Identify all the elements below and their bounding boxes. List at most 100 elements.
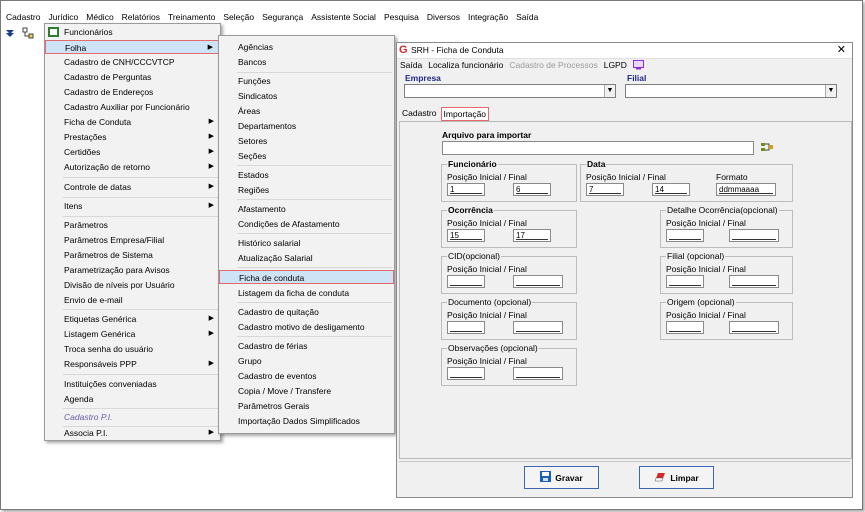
menu-item-agencias[interactable]: Agências [219,40,394,54]
menu-item-cadastro-quitacao[interactable]: Cadastro de quitação [219,305,394,319]
menu-item-etiquetas[interactable]: Etiquetas Genérica ▶ [45,312,220,326]
documento-sub: Posição Inicial / Final [447,310,527,320]
origem-fim-input[interactable] [729,321,779,334]
menu-cadastro-processos[interactable]: Cadastro de Processos [509,60,597,72]
data-fim-input[interactable]: 14 [652,183,690,196]
limpar-button[interactable]: Limpar [639,466,714,489]
menu-cadastro[interactable]: Cadastro [1,12,45,22]
menu-item-cadastro-eventos[interactable]: Cadastro de eventos [219,369,394,383]
menu-integracao[interactable]: Integração [464,12,512,22]
org-chart-icon[interactable] [22,27,34,39]
menu-item-cadastro-pi[interactable]: Cadastro P.I. [45,410,220,424]
menu-item-ficha-de-conduta[interactable]: Ficha de conduta [219,270,394,284]
detalhe-fim-input[interactable] [729,229,779,242]
menu-item-troca-senha[interactable]: Troca senha do usuário [45,342,220,356]
menu-item-atualizacao-salarial[interactable]: Atualização Salarial [219,251,394,265]
observacoes-ini-input[interactable] [447,367,485,380]
menu-item-perguntas[interactable]: Cadastro de Perguntas [45,70,220,84]
documento-fim-input[interactable] [513,321,563,334]
menu-relatorios[interactable]: Relatórios [118,12,164,22]
menu-item-agenda[interactable]: Agenda [45,392,220,406]
menu-item-certidoes[interactable]: Certidões ▶ [45,145,220,159]
menu-item-sindicatos[interactable]: Sindicatos [219,89,394,103]
filial-fim-input[interactable] [729,275,779,288]
arquivo-input[interactable] [442,141,754,155]
menu-item-itens[interactable]: Itens ▶ [45,199,220,213]
menu-item-funcoes[interactable]: Funções [219,74,394,88]
menu-localiza-funcionario[interactable]: Localiza funcionário [428,60,503,72]
menu-item-condicoes-afastamento[interactable]: Condições de Afastamento [219,217,394,231]
menu-item-autorizacao-retorno[interactable]: Autorização de retorno ▶ [45,160,220,174]
cid-ini-input[interactable] [447,275,485,288]
menu-item-copia-move[interactable]: Copia / Move / Transfere [219,384,394,398]
menu-item-parametros-empresa[interactable]: Parâmetros Empresa/Filial [45,233,220,247]
menu-item-cadastro-ferias[interactable]: Cadastro de férias [219,339,394,353]
filial-ini-input[interactable] [666,275,704,288]
menu-item-parametros-gerais[interactable]: Parâmetros Gerais [219,399,394,413]
menu-item-ficha-conduta[interactable]: Ficha de Conduta ▶ [45,115,220,129]
tab-cadastro[interactable]: Cadastro [400,107,439,121]
menu-item-controle-datas[interactable]: Controle de datas ▶ [45,180,220,194]
funcionario-fim-input[interactable]: 6 [513,183,551,196]
menu-item-setores[interactable]: Setores [219,134,394,148]
menu-pesquisa[interactable]: Pesquisa [380,12,423,22]
documento-ini-input[interactable] [447,321,485,334]
menu-saida[interactable]: Saída [512,12,542,22]
app-frame: Cadastro Jurídico Médico Relatórios Trei… [0,0,863,510]
menu-item-secoes[interactable]: Seções [219,149,394,163]
menu-item-parametrizacao-avisos[interactable]: Parametrização para Avisos [45,263,220,277]
menu-treinamento[interactable]: Treinamento [164,12,219,22]
menu-item-motivo-desligamento[interactable]: Cadastro motivo de desligamento [219,320,394,334]
empresa-select[interactable]: ▼ [404,84,616,98]
menu-item-areas[interactable]: Áreas [219,104,394,118]
menu-item-listagem[interactable]: Listagem Genérica ▶ [45,327,220,341]
menu-item-instituicoes[interactable]: Instituições conveniadas [45,377,220,391]
cid-fim-input[interactable] [513,275,563,288]
menu-item-folha[interactable]: Folha ▶ [45,40,220,54]
menu-item-cnh[interactable]: Cadastro de CNH/CCCVTCP [45,55,220,69]
menu-item-historico-salarial[interactable]: Histórico salarial [219,236,394,250]
menu-item-funcionarios[interactable]: Funcionários [45,25,220,39]
ocorrencia-fim-input[interactable]: 17 [513,229,551,242]
menu-item-departamentos[interactable]: Departamentos [219,119,394,133]
menu-item-enderecos[interactable]: Cadastro de Endereços [45,85,220,99]
menu-item-prestacoes[interactable]: Prestações ▶ [45,130,220,144]
filial-select[interactable]: ▼ [625,84,837,98]
menu-saida-window[interactable]: Saída [400,60,422,72]
menu-item-cadastro-auxiliar[interactable]: Cadastro Auxiliar por Funcionário [45,100,220,114]
collapse-icon[interactable] [4,27,16,39]
lgpd-monitor-icon[interactable] [632,60,644,72]
funcionario-ini-input[interactable]: 1 [447,183,485,196]
tab-importacao[interactable]: Importação [440,107,490,121]
group-observacoes: Observações (opcional) Posição Inicial /… [441,343,577,386]
formato-input[interactable]: ddmmaaaa [716,183,776,196]
data-ini-input[interactable]: 7 [586,183,624,196]
menu-medico[interactable]: Médico [82,12,117,22]
ocorrencia-ini-input[interactable]: 15 [447,229,485,242]
menu-item-listagem-ficha-conduta[interactable]: Listagem da ficha de conduta [219,286,394,300]
menu-item-bancos[interactable]: Bancos [219,55,394,69]
menu-item-envio-email[interactable]: Envio de e-mail [45,293,220,307]
menu-item-parametros-sistema[interactable]: Parâmetros de Sistema [45,248,220,262]
menu-assistente-social[interactable]: Assistente Social [307,12,380,22]
menu-selecao[interactable]: Seleção [219,12,258,22]
menu-item-grupo[interactable]: Grupo [219,354,394,368]
menu-item-responsaveis-ppp[interactable]: Responsáveis PPP ▶ [45,357,220,371]
origem-ini-input[interactable] [666,321,704,334]
menu-item-divisao-niveis[interactable]: Divisão de níveis por Usuário [45,278,220,292]
observacoes-fim-input[interactable] [513,367,563,380]
menu-item-regioes[interactable]: Regiões [219,183,394,197]
menu-item-afastamento[interactable]: Afastamento [219,202,394,216]
menu-item-associa-pi[interactable]: Associa P.I. ▶ [45,426,220,440]
menu-lgpd[interactable]: LGPD [604,60,627,72]
menu-item-importacao-dados[interactable]: Importação Dados Simplificados [219,414,394,428]
menu-juridico[interactable]: Jurídico [45,12,83,22]
detalhe-ini-input[interactable] [666,229,704,242]
file-browse-icon[interactable] [761,141,773,155]
gravar-button[interactable]: Gravar [524,466,599,489]
menu-item-parametros[interactable]: Parâmetros [45,218,220,232]
menu-seguranca[interactable]: Segurança [258,12,307,22]
menu-diversos[interactable]: Diversos [423,12,464,22]
close-icon[interactable]: ✕ [837,43,846,56]
menu-item-estados[interactable]: Estados [219,168,394,182]
